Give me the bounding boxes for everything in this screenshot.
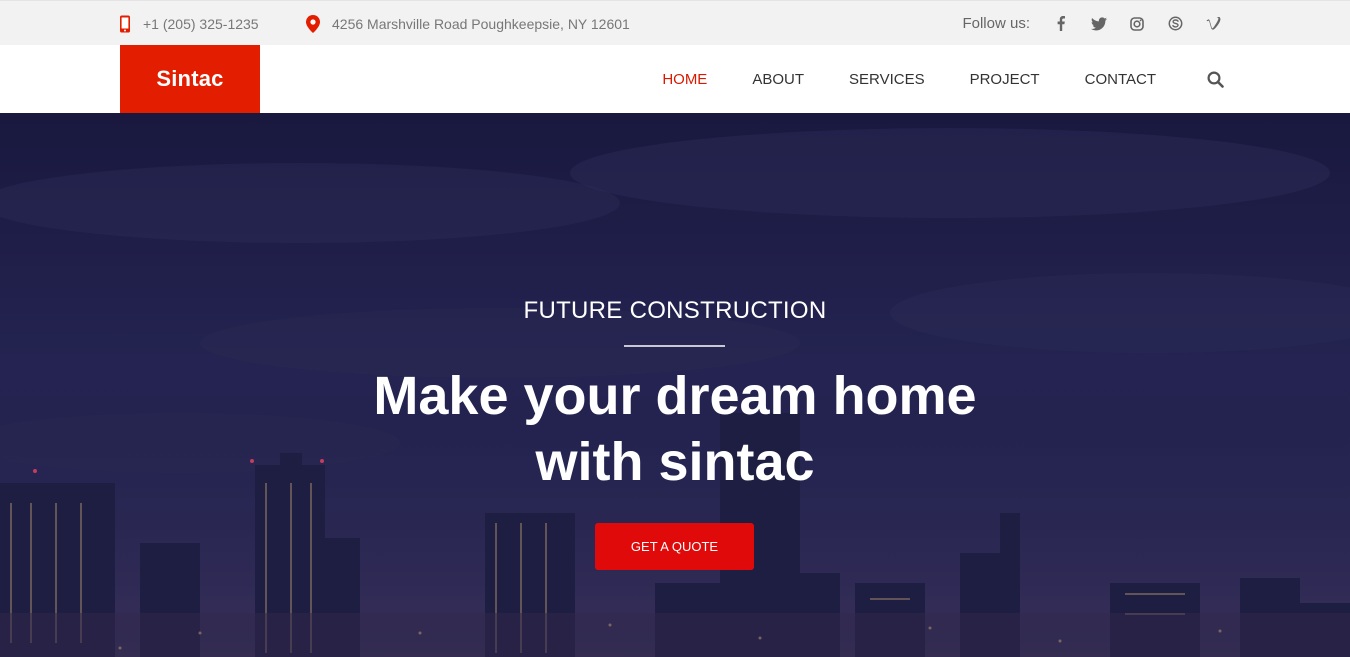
top-info-bar: +1 (205) 325-1235 4256 Marshville Road P…: [0, 0, 1350, 45]
hero-section: FUTURE CONSTRUCTION Make your dream home…: [0, 113, 1350, 657]
hero-title-line-1: Make your dream home: [373, 366, 977, 426]
main-navbar: Sintac HOME ABOUT SERVICES PROJECT CONTA…: [0, 45, 1350, 113]
hero-title: Make your dream home with sintac: [0, 363, 1350, 495]
search-icon[interactable]: [1206, 70, 1224, 88]
main-menu: HOME ABOUT SERVICES PROJECT CONTACT: [617, 45, 1224, 113]
mobile-phone-icon: [119, 15, 131, 33]
social-follow: Follow us:: [962, 1, 1232, 46]
phone-info: +1 (205) 325-1235: [119, 1, 259, 46]
hero-divider: [624, 345, 725, 347]
vimeo-icon[interactable]: [1194, 1, 1232, 46]
nav-item-contact[interactable]: CONTACT: [1085, 71, 1156, 88]
facebook-icon[interactable]: [1042, 1, 1080, 46]
site-logo[interactable]: Sintac: [120, 45, 260, 113]
follow-label: Follow us:: [962, 15, 1030, 32]
get-a-quote-button[interactable]: GET A QUOTE: [595, 523, 754, 570]
hero-subtitle: FUTURE CONSTRUCTION: [523, 297, 827, 324]
hero-title-line-2: with sintac: [535, 432, 815, 492]
nav-item-home[interactable]: HOME: [662, 71, 707, 88]
address-info: 4256 Marshville Road Poughkeepsie, NY 12…: [306, 1, 630, 46]
nav-item-project[interactable]: PROJECT: [970, 71, 1040, 88]
twitter-icon[interactable]: [1080, 1, 1118, 46]
nav-item-services[interactable]: SERVICES: [849, 71, 925, 88]
nav-item-about[interactable]: ABOUT: [752, 71, 804, 88]
address-text: 4256 Marshville Road Poughkeepsie, NY 12…: [332, 15, 630, 32]
instagram-icon[interactable]: [1118, 1, 1156, 46]
skype-icon[interactable]: [1156, 1, 1194, 46]
phone-number: +1 (205) 325-1235: [143, 15, 259, 32]
map-marker-icon: [306, 14, 320, 33]
